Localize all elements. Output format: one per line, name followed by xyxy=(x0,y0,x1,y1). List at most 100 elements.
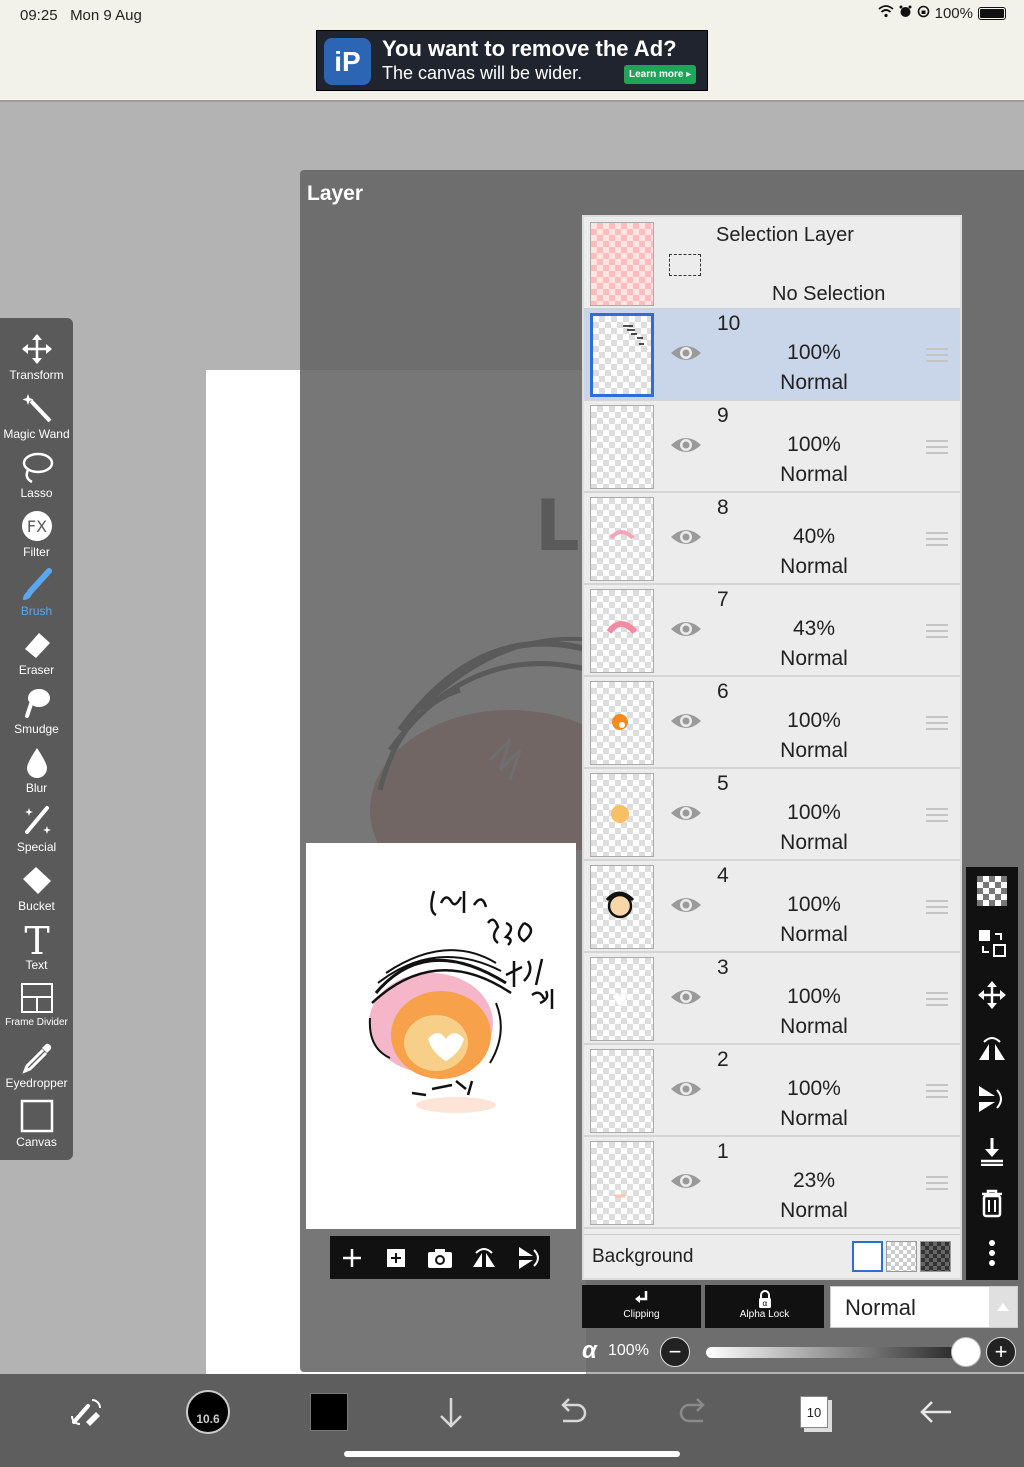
tool-label: Brush xyxy=(20,604,53,618)
layer-number: 4 xyxy=(717,864,729,887)
drag-handle-icon[interactable] xyxy=(926,715,948,731)
selection-status: No Selection xyxy=(772,283,886,305)
eye-icon[interactable] xyxy=(669,1169,703,1193)
arrow-down-icon[interactable] xyxy=(427,1388,475,1436)
clipping-button[interactable]: Clipping xyxy=(582,1285,701,1328)
move-arrows-icon[interactable] xyxy=(976,979,1008,1011)
tool-frame-divider[interactable]: Frame Divider xyxy=(0,975,73,1034)
selection-layer-title: Selection Layer xyxy=(716,224,854,246)
layer-thumbnail xyxy=(590,773,654,857)
flip-horizontal-icon[interactable] xyxy=(469,1243,499,1273)
merge-down-icon[interactable] xyxy=(976,1135,1008,1167)
ad-banner[interactable]: iP You want to remove the Ad? The canvas… xyxy=(316,30,708,91)
layer-number: 7 xyxy=(717,588,729,611)
tool-smudge[interactable]: Smudge xyxy=(0,680,73,739)
layer-blend-mode: Normal xyxy=(780,371,848,394)
color-picker-button[interactable] xyxy=(305,1388,353,1436)
drag-handle-icon[interactable] xyxy=(926,1175,948,1191)
more-options-icon[interactable] xyxy=(976,1237,1008,1269)
checker-icon[interactable] xyxy=(976,875,1008,907)
tool-blur[interactable]: Blur xyxy=(0,739,73,798)
brush-size-button[interactable]: 10.6 xyxy=(184,1388,232,1436)
brush-eraser-toggle-icon[interactable] xyxy=(62,1388,110,1436)
eye-icon[interactable] xyxy=(669,709,703,733)
layer-row-8[interactable]: 8 40% Normal xyxy=(584,493,960,585)
clipping-label: Clipping xyxy=(623,1309,660,1320)
layer-row-7[interactable]: 7 43% Normal xyxy=(584,585,960,677)
layer-row-5[interactable]: 5 100% Normal xyxy=(584,769,960,861)
eye-icon[interactable] xyxy=(669,801,703,825)
blend-mode-select[interactable]: Normal xyxy=(830,1286,1018,1328)
swap-layer-icon[interactable] xyxy=(976,927,1008,959)
layer-blend-mode: Normal xyxy=(780,463,848,486)
tool-magic-wand[interactable]: Magic Wand xyxy=(0,385,73,444)
layers-button[interactable]: 10 xyxy=(790,1388,838,1436)
ad-learn-more-button[interactable]: Learn more ▸ xyxy=(624,65,697,84)
flip-vertical-icon[interactable] xyxy=(976,1083,1008,1115)
eye-icon[interactable] xyxy=(669,433,703,457)
drag-handle-icon[interactable] xyxy=(926,899,948,915)
eye-icon[interactable] xyxy=(669,341,703,365)
eye-icon[interactable] xyxy=(669,617,703,641)
drag-handle-icon[interactable] xyxy=(926,347,948,363)
layer-row-1[interactable]: 1 23% Normal xyxy=(584,1137,960,1229)
opacity-slider[interactable] xyxy=(706,1347,966,1358)
drag-handle-icon[interactable] xyxy=(926,439,948,455)
layer-opacity: 43% xyxy=(792,617,836,640)
tool-special[interactable]: Special xyxy=(0,798,73,857)
flip-vertical-icon[interactable] xyxy=(513,1243,543,1273)
drag-handle-icon[interactable] xyxy=(926,1083,948,1099)
layer-row-6[interactable]: 6 100% Normal xyxy=(584,677,960,769)
drag-handle-icon[interactable] xyxy=(926,623,948,639)
tool-text[interactable]: T Text xyxy=(0,916,73,975)
layer-row-9[interactable]: 9 100% Normal xyxy=(584,401,960,493)
layer-list: Selection Layer No Selection 10 100% Nor… xyxy=(582,215,962,1280)
background-white-swatch[interactable] xyxy=(852,1241,883,1272)
opacity-slider-knob[interactable] xyxy=(951,1337,981,1367)
add-icon[interactable] xyxy=(337,1243,367,1273)
tool-label: Smudge xyxy=(14,722,59,736)
layer-opacity: 100% xyxy=(787,985,841,1008)
drag-handle-icon[interactable] xyxy=(926,807,948,823)
camera-icon[interactable] xyxy=(425,1243,455,1273)
tool-eraser[interactable]: Eraser xyxy=(0,621,73,680)
eye-icon[interactable] xyxy=(669,893,703,917)
layer-number: 2 xyxy=(717,1048,729,1071)
alpha-lock-button[interactable]: α Alpha Lock xyxy=(705,1285,824,1328)
background-transparent-swatch[interactable] xyxy=(886,1241,917,1272)
trash-icon[interactable] xyxy=(976,1187,1008,1219)
layer-row-10[interactable]: 10 100% Normal xyxy=(584,309,960,401)
layer-actions-strip xyxy=(966,867,1018,1280)
tool-brush[interactable]: Brush xyxy=(0,562,73,621)
canvas-preview[interactable] xyxy=(306,843,576,1229)
layer-row-3[interactable]: 3 100% Normal xyxy=(584,953,960,1045)
eye-icon[interactable] xyxy=(669,525,703,549)
tool-filter[interactable]: FX Filter xyxy=(0,503,73,562)
tool-canvas[interactable]: Canvas xyxy=(0,1093,73,1152)
background-dark-swatch[interactable] xyxy=(920,1241,951,1272)
drag-handle-icon[interactable] xyxy=(926,991,948,1007)
add-frame-icon[interactable] xyxy=(381,1243,411,1273)
battery-icon xyxy=(978,7,1006,20)
back-arrow-icon[interactable] xyxy=(912,1388,960,1436)
tool-lasso[interactable]: Lasso xyxy=(0,444,73,503)
flip-horizontal-icon[interactable] xyxy=(976,1031,1008,1063)
tool-eyedropper[interactable]: Eyedropper xyxy=(0,1034,73,1093)
undo-icon[interactable] xyxy=(548,1388,596,1436)
layer-row-2[interactable]: 2 100% Normal xyxy=(584,1045,960,1137)
layer-number: 3 xyxy=(717,956,729,979)
redo-icon[interactable] xyxy=(670,1388,718,1436)
tool-bucket[interactable]: Bucket xyxy=(0,857,73,916)
selection-layer-thumbnail xyxy=(590,222,654,306)
tool-transform[interactable]: Transform xyxy=(0,326,73,385)
layer-thumbnail xyxy=(590,1141,654,1225)
opacity-increase-button[interactable]: + xyxy=(986,1337,1016,1367)
drag-handle-icon[interactable] xyxy=(926,531,948,547)
selection-layer-row[interactable]: Selection Layer No Selection xyxy=(584,217,960,309)
layer-row-4[interactable]: 4 100% Normal xyxy=(584,861,960,953)
eye-icon[interactable] xyxy=(669,1077,703,1101)
eye-icon[interactable] xyxy=(669,985,703,1009)
magic-wand-icon xyxy=(22,394,51,423)
sparkle-brush-icon xyxy=(24,806,51,834)
opacity-decrease-button[interactable]: − xyxy=(660,1337,690,1367)
